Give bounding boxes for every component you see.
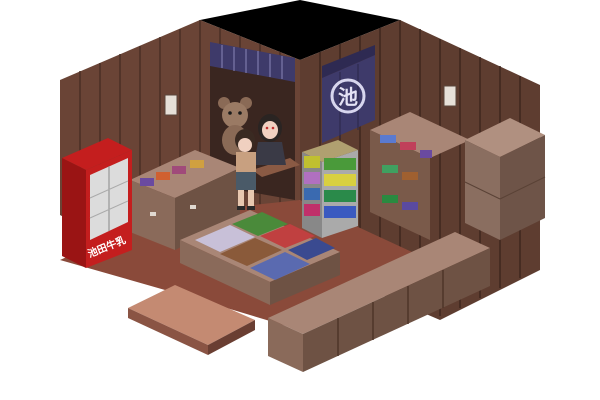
noren-curtain-text: 池	[338, 85, 358, 109]
notice-paper-right	[443, 85, 457, 107]
notice-paper-left	[164, 94, 178, 116]
isometric-candy-shop: 池 池田牛乳	[60, 0, 546, 372]
stacked-boxes	[464, 118, 546, 240]
vending-fridge[interactable]: 池田牛乳	[62, 138, 132, 268]
game-scene: 池 池田牛乳	[0, 0, 600, 400]
drink-shelf[interactable]	[302, 140, 358, 238]
